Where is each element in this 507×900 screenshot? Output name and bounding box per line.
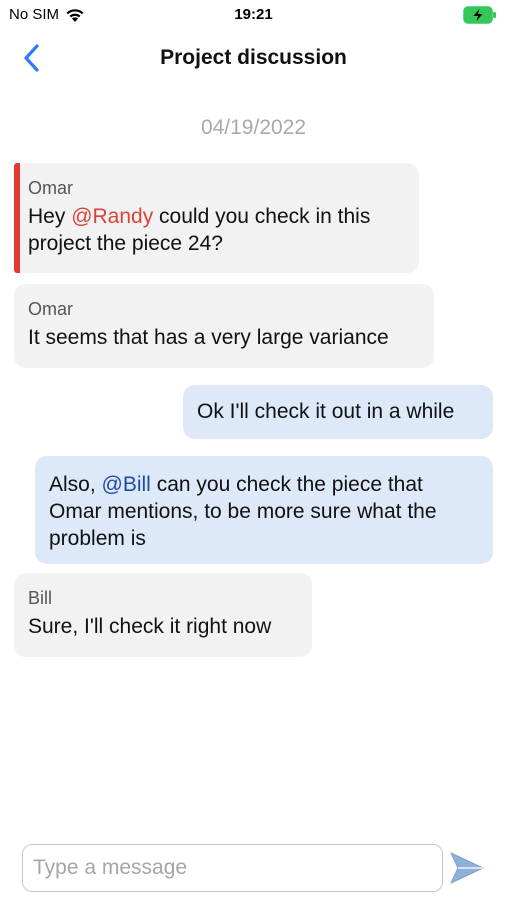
message-text: It seems that has a very large variance (28, 326, 389, 349)
message-text: Ok I'll check it out in a while (197, 400, 455, 423)
message-bubble-incoming[interactable]: Omar It seems that has a very large vari… (14, 284, 434, 368)
navigation-bar: Project discussion (0, 34, 507, 82)
message-bubble-outgoing[interactable]: Also, @Bill can you check the piece that… (35, 456, 493, 564)
message-text: Hey @Randy could you check in this proje… (28, 203, 405, 257)
message-bubble-incoming[interactable]: Bill Sure, I'll check it right now (14, 573, 312, 657)
message-text: Sure, I'll check it right now (28, 615, 272, 638)
mention-link[interactable]: @Bill (102, 473, 151, 496)
message-composer (0, 830, 507, 900)
message-text: Also, @Bill can you check the piece that… (49, 471, 479, 552)
message-text-part: Also, (49, 473, 102, 496)
message-bubble-incoming[interactable]: Omar Hey @Randy could you check in this … (14, 163, 419, 273)
battery-charging-icon (463, 6, 496, 24)
message-text-part: Hey (28, 205, 72, 228)
message-sender: Omar (28, 178, 73, 198)
page-title: Project discussion (160, 46, 347, 69)
send-button[interactable] (446, 848, 488, 888)
date-separator: 04/19/2022 (200, 116, 307, 139)
message-sender: Omar (28, 299, 73, 319)
message-sender: Bill (28, 588, 53, 608)
mention-link[interactable]: @Randy (71, 205, 153, 228)
message-bubble-outgoing[interactable]: Ok I'll check it out in a while (183, 385, 493, 439)
highlight-accent-bar (14, 163, 20, 273)
send-icon (450, 852, 484, 884)
status-time: 19:21 (234, 6, 273, 23)
status-bar: No SIM 19:21 (0, 0, 507, 30)
message-input[interactable] (22, 844, 443, 892)
